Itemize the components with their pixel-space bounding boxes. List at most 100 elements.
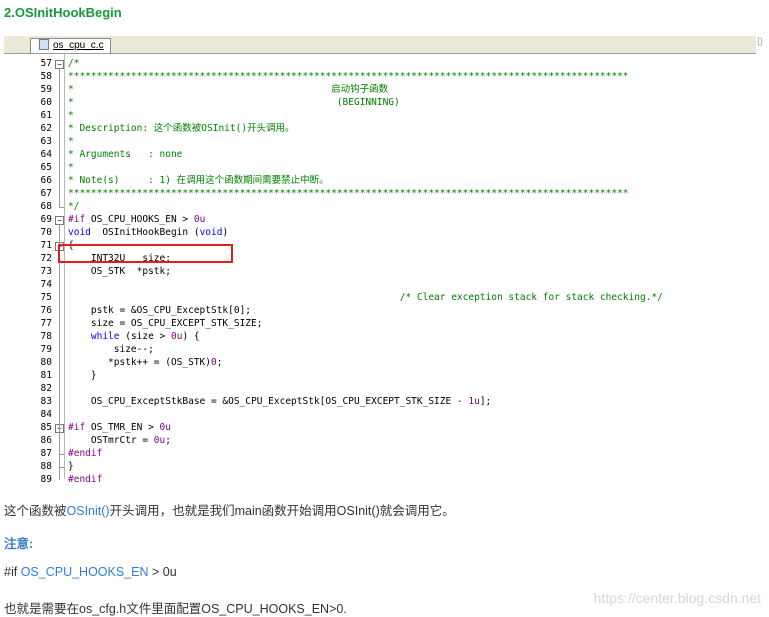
code-token: OSInitHookBegin ( [90, 227, 200, 238]
code-token: * Arguments : none [68, 149, 183, 160]
line-number: 59 [40, 84, 52, 95]
code-token: */ [68, 201, 80, 212]
code-token: ) [222, 227, 229, 238]
code-line: } [68, 460, 74, 473]
code-line: * Arguments : none [68, 148, 182, 161]
line-number: 77 [40, 318, 52, 329]
line-number: 60 [40, 97, 52, 108]
para1-after: 开头调用，也就是我们main函数开始调用OSInit()就会调用它。 [109, 504, 455, 518]
line-number: 67 [40, 188, 52, 199]
code-line: #if OS_TMR_EN > 0u [68, 421, 171, 434]
code-line: * Note(s) : 1) 在调用这个函数期间需要禁止中断。 [68, 174, 329, 187]
osinit-link[interactable]: OSInit() [67, 504, 110, 518]
line-number: 65 [40, 162, 52, 173]
line-number: 89 [40, 474, 52, 485]
line-number: 73 [40, 266, 52, 277]
code-line: ****************************************… [68, 70, 629, 83]
line-number: 76 [40, 305, 52, 316]
code-line: ****************************************… [68, 187, 629, 200]
note-label: 注意: [4, 537, 34, 551]
code-token: * [68, 162, 74, 173]
code-line: OS_STK *pstk; [68, 265, 171, 278]
code-line: /* [68, 57, 79, 70]
code-line: * Description: 这个函数被OSInit()开头调用。 [68, 122, 295, 135]
paragraph-config: 也就是需要在os_cfg.h文件里面配置OS_CPU_HOOKS_EN>0. [4, 602, 347, 616]
line-number: 72 [40, 253, 52, 264]
editor-tab-bar: os_cpu_c.c [4, 36, 756, 54]
code-token: ; [216, 357, 223, 368]
line-number: 83 [40, 396, 52, 407]
code-token: OS_STK *pstk; [68, 266, 171, 277]
code-token: void [199, 227, 223, 238]
code-token: ****************************************… [68, 71, 629, 82]
code-line: pstk = &OS_CPU_ExceptStk[0]; [68, 304, 251, 317]
code-line: * [68, 135, 74, 148]
code-token: OS_TMR_EN > [90, 422, 160, 433]
file-tab-label: os_cpu_c.c [53, 40, 104, 51]
code-token: ****************************************… [68, 188, 629, 199]
line-number: 82 [40, 383, 52, 394]
para2-prefix: #if [4, 565, 21, 579]
code-token: OS_CPU_ExceptStkBase = &OS_CPU_ExceptStk… [68, 396, 469, 407]
code-line: *pstk++ = (OS_STK)0; [68, 356, 222, 369]
code-line: } [68, 369, 97, 382]
code-token: * Description: 这个函数被OSInit()开头调用。 [68, 123, 295, 134]
line-number: 88 [40, 461, 52, 472]
code-line: OSTmrCtr = 0u; [68, 434, 171, 447]
code-token: OSTmrCtr = [68, 435, 154, 446]
line-number: 70 [40, 227, 52, 238]
code-token: } [68, 461, 74, 472]
code-line: * (BEGINNING) [68, 96, 400, 109]
line-number: 62 [40, 123, 52, 134]
code-line: size = OS_CPU_EXCEPT_STK_SIZE; [68, 317, 263, 330]
fold-guide [59, 68, 60, 207]
hooks-en-link[interactable]: OS_CPU_HOOKS_EN [21, 565, 149, 579]
line-number: 85 [40, 422, 52, 433]
code-line: * [68, 109, 74, 122]
code-token: ]; [479, 396, 492, 407]
code-token: void [68, 227, 91, 238]
code-line: #if OS_CPU_HOOKS_EN > 0u [68, 213, 205, 226]
code-token: (size > [119, 331, 171, 342]
line-number: 75 [40, 292, 52, 303]
code-line: * [68, 161, 74, 174]
fold-guide [59, 432, 60, 454]
line-number: 57 [40, 58, 52, 69]
file-icon [39, 38, 49, 50]
line-number: 68 [40, 201, 52, 212]
line-number: 58 [40, 71, 52, 82]
code-token: while [90, 331, 120, 342]
line-number: 81 [40, 370, 52, 381]
file-tab[interactable]: os_cpu_c.c [30, 38, 111, 53]
para1-before: 这个函数被 [4, 504, 67, 518]
line-number: 63 [40, 136, 52, 147]
line-number: 71 [40, 240, 52, 251]
code-line: * 启动钩子函数 [68, 83, 388, 96]
line-number: 64 [40, 149, 52, 160]
code-token: 0u [170, 331, 183, 342]
code-line: size--; [68, 343, 154, 356]
code-token: *pstk++ = (OS_STK) [68, 357, 211, 368]
line-number-gutter: 57−585960616263646566676869−7071−7273747… [4, 54, 64, 485]
paragraph-condition: #if OS_CPU_HOOKS_EN > 0u [4, 565, 177, 579]
line-number: 80 [40, 357, 52, 368]
line-number: 66 [40, 175, 52, 186]
code-editor: os_cpu_c.c 57−58 59 60 61 62 63 64 65 66 67 68 69−7… [4, 36, 756, 485]
code-token: * [68, 110, 74, 121]
code-area[interactable]: /* **************************************… [64, 54, 755, 485]
code-token: size--; [68, 344, 154, 355]
code-line: */ [68, 200, 79, 213]
code-token: 1u [468, 396, 480, 407]
code-line: OS_CPU_ExceptStkBase = &OS_CPU_ExceptStk… [68, 395, 491, 408]
code-token: 0u [153, 435, 166, 446]
line-number: 69 [40, 214, 52, 225]
line-number: 78 [40, 331, 52, 342]
code-line: /* Clear exception stack for stack check… [68, 291, 663, 304]
code-token: * Note(s) : 1) 在调用这个函数期间需要禁止中断。 [68, 175, 329, 186]
paragraph-description: 这个函数被OSInit()开头调用，也就是我们main函数开始调用OSInit(… [4, 500, 455, 519]
code-token: * 启动钩子函数 [68, 84, 389, 95]
code-token: ) { [182, 331, 200, 342]
code-token: #endif [68, 474, 103, 485]
